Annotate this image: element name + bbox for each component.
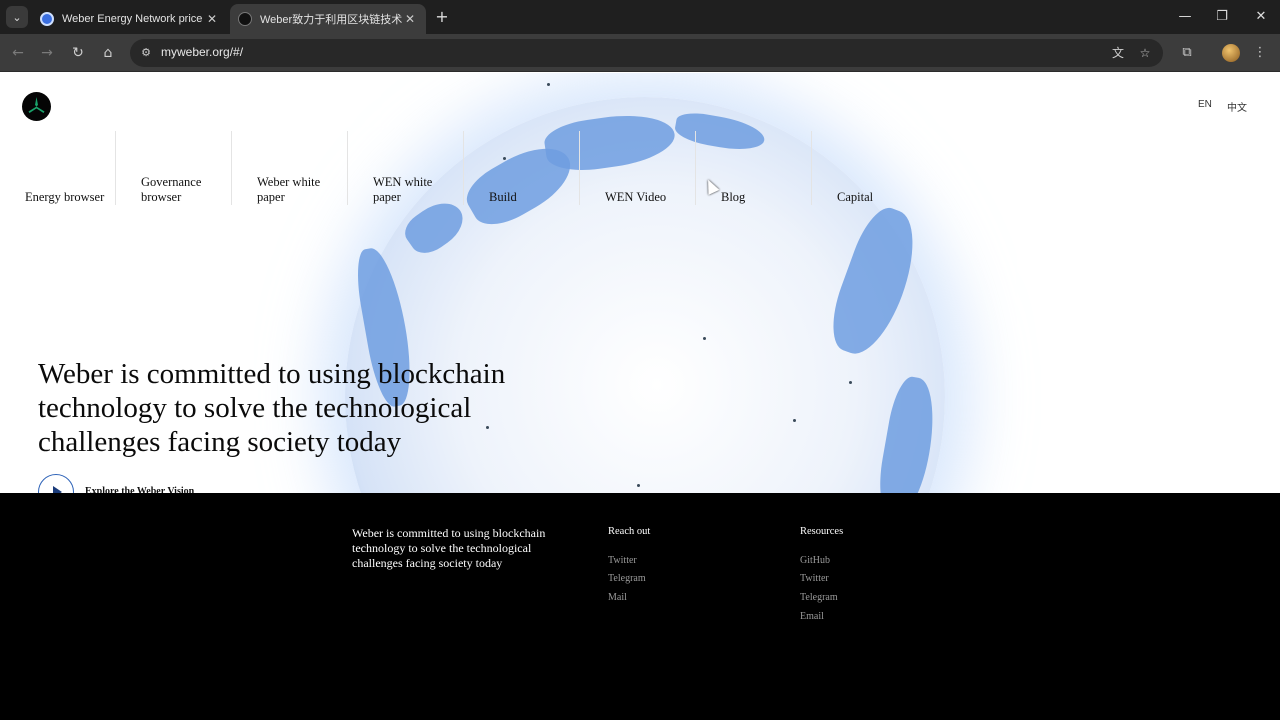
profile-avatar[interactable] <box>1222 44 1240 62</box>
nav-label: Capital <box>837 190 874 204</box>
weber-price-favicon-icon <box>40 12 54 26</box>
translate-icon[interactable]: 文 <box>1109 44 1127 62</box>
lang-en-link[interactable]: EN <box>1198 99 1212 110</box>
globe-dot <box>637 484 640 487</box>
address-bar[interactable]: ⚙ myweber.org/#/ 文 ☆ <box>130 39 1163 67</box>
nav-label: Energy browser <box>25 190 105 204</box>
new-tab-icon[interactable]: + <box>433 8 451 26</box>
weber-favicon-icon <box>238 12 252 26</box>
globe-dot <box>793 419 796 422</box>
globe-dot <box>547 83 550 86</box>
lang-zh-link[interactable]: 中文 <box>1227 99 1247 114</box>
home-icon[interactable]: ⌂ <box>98 43 118 63</box>
reload-icon[interactable]: ↻ <box>68 43 88 63</box>
nav-label: Weber white paper <box>257 175 321 204</box>
nav-divider <box>231 131 232 205</box>
tab-weber-home[interactable]: Weber致力于利用区块链技术解 ✕ <box>230 4 426 34</box>
tab-title: Weber致力于利用区块链技术解 <box>260 14 402 26</box>
nav-divider <box>579 131 580 205</box>
browser-toolbar: ← → ↻ ⌂ ⚙ myweber.org/#/ 文 ☆ ⧉ ⋮ <box>0 34 1280 72</box>
weber-logo[interactable] <box>22 92 51 121</box>
footer-link-email[interactable]: Email <box>800 611 824 622</box>
close-icon[interactable]: ✕ <box>204 12 220 26</box>
footer-tagline: Weber is committed to using blockchain t… <box>352 526 546 570</box>
globe-dot <box>703 337 706 340</box>
nav-label: WEN Video <box>605 190 667 204</box>
footer-link-twitter[interactable]: Twitter <box>608 555 637 566</box>
footer-link-github[interactable]: GitHub <box>800 555 830 566</box>
nav-energy-browser[interactable]: Energy browser <box>25 131 125 205</box>
minimize-icon[interactable]: — <box>1175 8 1195 26</box>
hero-title: Weber is committed to using blockchain t… <box>38 358 506 458</box>
extensions-icon[interactable]: ⧉ <box>1177 43 1197 63</box>
nav-label: Governance browser <box>141 175 202 204</box>
tab-title: Weber Energy Network price to <box>62 13 204 25</box>
nav-label: Blog <box>721 190 746 204</box>
window-close-icon[interactable]: ✕ <box>1251 8 1271 26</box>
nav-wen-white-paper[interactable]: WEN white paper <box>373 116 448 205</box>
nav-divider <box>695 131 696 205</box>
tab-search-icon[interactable]: ⌄ <box>6 6 28 28</box>
nav-governance-browser[interactable]: Governance browser <box>141 116 221 205</box>
weber-logo-icon <box>28 97 45 113</box>
footer-link-telegram[interactable]: Telegram <box>608 573 646 584</box>
tab-weber-price[interactable]: Weber Energy Network price to ✕ <box>32 4 228 34</box>
nav-divider <box>115 131 116 205</box>
nav-blog[interactable]: Blog <box>721 131 821 205</box>
nav-label: WEN white paper <box>373 175 433 204</box>
url-text[interactable]: myweber.org/#/ <box>161 45 243 59</box>
nav-label: Build <box>489 190 517 204</box>
footer-link-mail[interactable]: Mail <box>608 592 627 603</box>
nav-build[interactable]: Build <box>489 131 589 205</box>
footer-link-twitter-resources[interactable]: Twitter <box>800 573 829 584</box>
menu-dots-icon[interactable]: ⋮ <box>1250 43 1270 63</box>
globe-land <box>821 201 929 363</box>
bookmark-star-icon[interactable]: ☆ <box>1136 44 1154 62</box>
globe-dot <box>849 381 852 384</box>
browser-tab-bar: ⌄ Weber Energy Network price to ✕ Weber致… <box>0 0 1280 34</box>
reach-out-heading: Reach out <box>608 526 651 537</box>
site-info-icon[interactable]: ⚙ <box>138 45 154 61</box>
nav-wen-video[interactable]: WEN Video <box>605 131 705 205</box>
back-icon[interactable]: ← <box>8 43 28 63</box>
nav-divider <box>347 131 348 205</box>
forward-icon[interactable]: → <box>37 43 57 63</box>
nav-weber-white-paper[interactable]: Weber white paper <box>257 116 337 205</box>
resources-heading: Resources <box>800 526 844 537</box>
footer-link-telegram-resources[interactable]: Telegram <box>800 592 838 603</box>
web-page: EN 中文 Energy browser Governance browser … <box>0 73 1280 720</box>
restore-icon[interactable]: ❐ <box>1212 8 1232 26</box>
nav-divider <box>811 131 812 205</box>
nav-divider <box>463 131 464 205</box>
footer: Weber is committed to using blockchain t… <box>0 493 1280 720</box>
nav-capital[interactable]: Capital <box>837 131 937 205</box>
close-icon[interactable]: ✕ <box>402 12 418 26</box>
